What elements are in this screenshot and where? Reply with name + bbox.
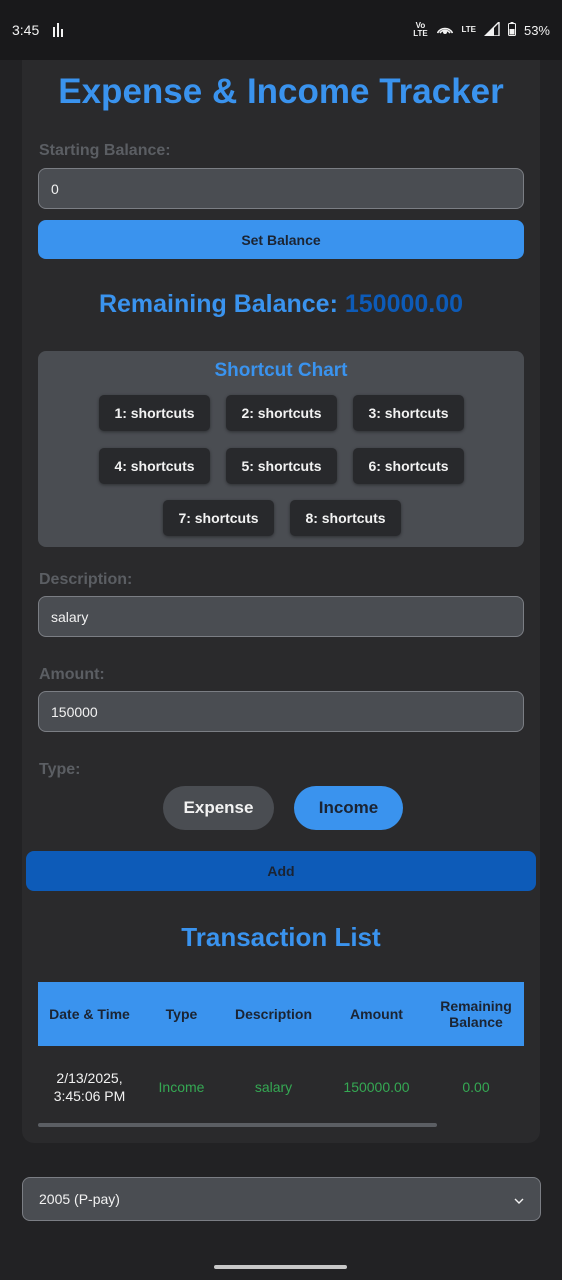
account-select-value: 2005 (P-pay): [39, 1191, 120, 1207]
shortcut-button-2[interactable]: 2: shortcuts: [226, 395, 337, 431]
column-date: Date & Time: [49, 1006, 130, 1022]
lte-indicator: LTE: [461, 25, 476, 34]
column-description: Description: [234, 1006, 312, 1022]
row-description: salary: [254, 1079, 293, 1095]
column-remaining: Remaining Balance: [440, 998, 512, 1030]
starting-balance-label: Starting Balance:: [39, 142, 171, 159]
table-row: 2/13/2025, 3:45:06 PM Income salary 1500…: [38, 1046, 524, 1128]
amount-label: Amount:: [39, 666, 105, 683]
row-amount: 150000.00: [343, 1079, 410, 1095]
activity-icon: [53, 21, 65, 40]
remaining-balance-label: Remaining Balance:: [98, 290, 338, 318]
table-horizontal-scrollbar[interactable]: [38, 1123, 437, 1127]
set-balance-button[interactable]: Set Balance: [38, 220, 524, 259]
starting-balance-input[interactable]: 0: [38, 168, 524, 209]
shortcut-button-1[interactable]: 1: shortcuts: [99, 395, 210, 431]
add-button[interactable]: Add: [26, 851, 536, 891]
status-bar: 3:45 Vo LTE LTE 53%: [0, 0, 562, 60]
shortcut-button-7[interactable]: 7: shortcuts: [163, 500, 274, 536]
page-title: Expense & Income Tracker: [58, 72, 504, 111]
row-type: Income: [158, 1079, 205, 1095]
column-type: Type: [165, 1006, 198, 1022]
description-input[interactable]: salary: [38, 596, 524, 637]
column-amount: Amount: [350, 1006, 403, 1022]
description-label: Description:: [39, 571, 133, 588]
home-indicator[interactable]: [214, 1265, 347, 1269]
row-date: 2/13/2025, 3:45:06 PM: [53, 1070, 126, 1104]
amount-input[interactable]: 150000: [38, 691, 524, 732]
shortcut-button-8[interactable]: 8: shortcuts: [290, 500, 401, 536]
type-income-button[interactable]: Income: [294, 786, 403, 830]
account-select[interactable]: 2005 (P-pay): [22, 1177, 541, 1221]
signal-icon: [483, 19, 500, 39]
battery-icon: [507, 21, 516, 39]
chevron-down-icon: [514, 1191, 524, 1207]
remaining-balance-value: 150000.00: [344, 290, 464, 318]
hotspot-icon: [437, 22, 454, 39]
transaction-table: Date & Time Type Description Amount Rema…: [38, 982, 524, 1128]
shortcut-button-5[interactable]: 5: shortcuts: [226, 448, 337, 484]
battery-percent: 53%: [523, 22, 550, 38]
shortcut-button-6[interactable]: 6: shortcuts: [353, 448, 464, 484]
type-label: Type:: [39, 761, 81, 778]
shortcut-button-3[interactable]: 3: shortcuts: [353, 395, 464, 431]
type-expense-button[interactable]: Expense: [163, 786, 274, 830]
shortcut-button-4[interactable]: 4: shortcuts: [99, 448, 210, 484]
transaction-list-title: Transaction List: [181, 922, 381, 952]
status-time: 3:45: [12, 22, 40, 38]
row-remaining: 0.00: [462, 1079, 490, 1095]
table-header: Date & Time Type Description Amount Rema…: [38, 982, 524, 1046]
remaining-balance: Remaining Balance: 150000.00: [0, 290, 562, 319]
shortcut-chart-title: Shortcut Chart: [214, 360, 348, 381]
volte-indicator: Vo LTE: [413, 21, 428, 38]
